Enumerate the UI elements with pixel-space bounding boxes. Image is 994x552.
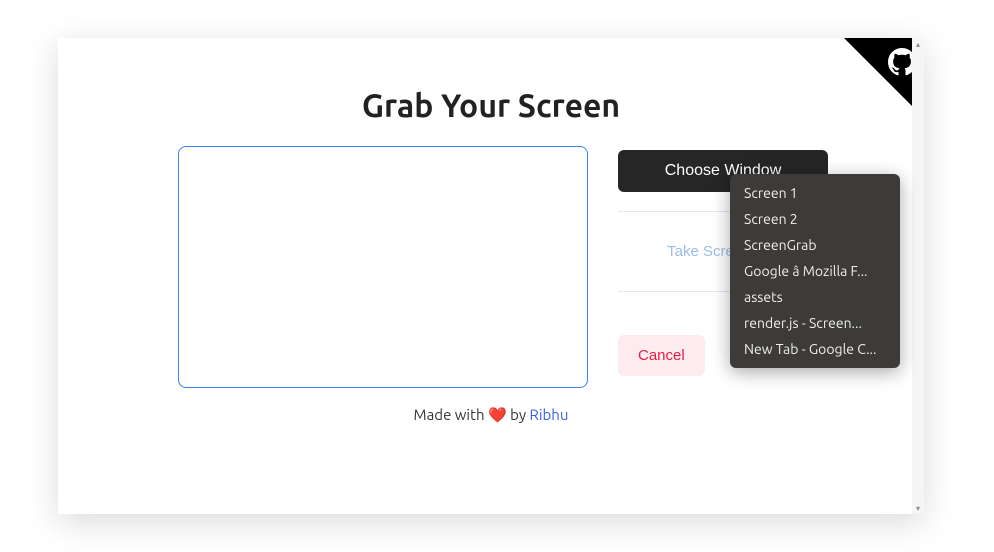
footer: Made with ❤️ by Ribhu bbox=[58, 406, 924, 424]
menu-item[interactable]: New Tab - Google C... bbox=[730, 336, 900, 362]
window-select-menu: Screen 1 Screen 2 ScreenGrab Google â Mo… bbox=[730, 174, 900, 368]
author-link[interactable]: Ribhu bbox=[530, 406, 569, 423]
footer-text-by: by bbox=[507, 406, 530, 423]
menu-item[interactable]: Screen 2 bbox=[730, 206, 900, 232]
cancel-button[interactable]: Cancel bbox=[618, 335, 705, 376]
preview-area bbox=[178, 146, 588, 388]
menu-item[interactable]: Google â Mozilla F... bbox=[730, 258, 900, 284]
scroll-up-icon[interactable]: ▴ bbox=[912, 38, 924, 50]
menu-item[interactable]: Screen 1 bbox=[730, 180, 900, 206]
menu-item[interactable]: ScreenGrab bbox=[730, 232, 900, 258]
scroll-down-icon[interactable]: ▾ bbox=[912, 502, 924, 514]
footer-text-prefix: Made with bbox=[414, 406, 488, 423]
menu-item[interactable]: assets bbox=[730, 284, 900, 310]
scrollbar[interactable]: ▴ ▾ bbox=[912, 38, 924, 514]
menu-item[interactable]: render.js - Screen... bbox=[730, 310, 900, 336]
page-title: Grab Your Screen bbox=[58, 88, 924, 124]
heart-icon: ❤️ bbox=[488, 406, 507, 423]
